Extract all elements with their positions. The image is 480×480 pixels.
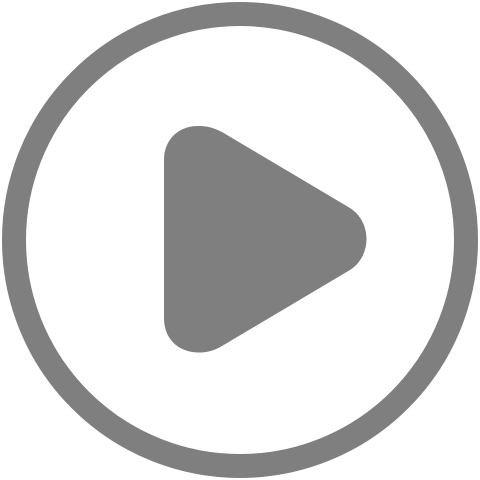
play-circle-icon	[2, 2, 478, 478]
play-triangle-icon	[164, 126, 367, 353]
play-button[interactable]	[0, 0, 480, 480]
icon-canvas	[0, 0, 480, 480]
